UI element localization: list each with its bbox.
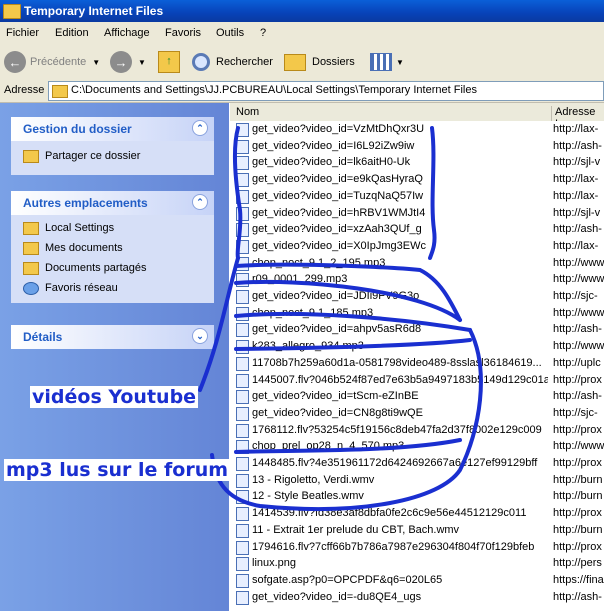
- mp3-pointer-4: [234, 338, 472, 351]
- youtube-pointer: [198, 256, 240, 392]
- mp3-pointer-1: [234, 262, 462, 322]
- youtube-bracket-left: [232, 126, 243, 260]
- annotation-mp3: mp3 lus sur le forum: [4, 459, 231, 481]
- mp3-pointer-3: [234, 311, 472, 332]
- youtube-bracket-right: [428, 126, 437, 260]
- mp3-loop: [210, 328, 483, 511]
- annotation-overlay: [198, 126, 483, 511]
- annotation-videos: vidéos Youtube: [30, 386, 199, 408]
- mp3-pointer-5: [234, 438, 462, 454]
